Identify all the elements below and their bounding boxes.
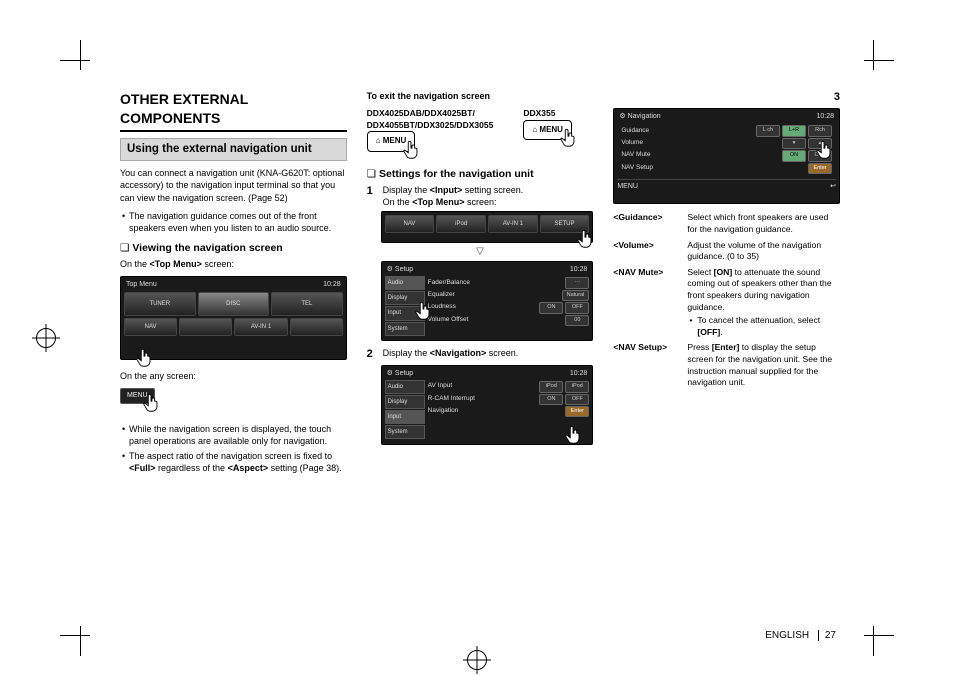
def-navsetup-desc: Press [Enter] to display the setup scree… [687, 342, 840, 388]
tile-nav: NAV [124, 318, 177, 336]
tile-ipod: iPod [436, 215, 486, 233]
page-content: OTHER EXTERNAL COMPONENTS Using the exte… [120, 90, 840, 660]
crop-mark [854, 616, 894, 656]
models-a: DDX4025DAB/DDX4025BT/ DDX4055BT/DDX3025/… [367, 108, 516, 131]
tile-tuner: TUNER [124, 292, 196, 316]
top-menu-screenshot: Top Menu 10:28 TUNER DISC TEL NAV AV-IN … [120, 276, 347, 360]
chevron-down-icon: ▽ [367, 245, 594, 259]
def-navmute-desc: Select [ON] to attenuate the sound comin… [687, 267, 840, 339]
bullet-guidance: The navigation guidance comes out of the… [120, 210, 347, 234]
exit-menu-box-b: ⌂ MENU [523, 120, 572, 141]
setup-audio-screenshot: ⚙ Setup 10:28 Audio Display Input System… [381, 261, 594, 341]
step-2-number: 2 [367, 347, 377, 362]
tab-audio: Audio [385, 276, 425, 290]
tab-system: System [385, 425, 425, 439]
def-volume-term: <Volume> [613, 240, 683, 263]
touch-hand-icon [133, 347, 155, 369]
tile-avin: AV-IN 1 [234, 318, 287, 336]
intro-text: You can connect a navigation unit (KNA-G… [120, 167, 347, 203]
tab-display: Display [385, 395, 425, 409]
tab-input: Input [385, 410, 425, 424]
menu-icon: ⌂ [376, 136, 383, 145]
crop-mark [60, 40, 100, 80]
tab-display: Display [385, 291, 425, 305]
tile-nav: NAV [385, 215, 435, 233]
step1-sub: On the <Top Menu> screen: [383, 197, 497, 207]
exit-menu-box-a: ⌂ MENU [367, 131, 416, 152]
crop-mark [60, 616, 100, 656]
column-1: OTHER EXTERNAL COMPONENTS Using the exte… [120, 90, 347, 660]
menu-icon: MENU [617, 182, 638, 191]
exit-title: To exit the navigation screen [367, 90, 594, 102]
def-volume-desc: Adjust the volume of the navigation guid… [687, 240, 840, 263]
section-title: OTHER EXTERNAL COMPONENTS [120, 90, 347, 132]
top-menu-strip: NAV iPod AV-IN 1 SETUP [381, 211, 594, 243]
clock: 10:28 [323, 280, 341, 289]
column-3: 3 ⚙ Navigation 10:28 GuidanceL chL+RRch … [613, 90, 840, 660]
definitions: <Guidance> Select which front speakers a… [613, 212, 840, 388]
heading-viewing: Viewing the navigation screen [120, 241, 347, 255]
subsection-heading: Using the external navigation unit [120, 138, 347, 162]
tile-setup: SETUP [540, 215, 590, 233]
column-2: To exit the navigation screen DDX4025DAB… [367, 90, 594, 660]
on-any-text: On the any screen: [120, 370, 347, 382]
tile-tel: TEL [271, 292, 343, 316]
tile-blank [179, 318, 232, 336]
tab-audio: Audio [385, 380, 425, 394]
navigation-setup-screenshot: ⚙ Navigation 10:28 GuidanceL chL+RRch Vo… [613, 108, 840, 204]
setup-input-screenshot: ⚙ Setup 10:28 Audio Display Input System… [381, 365, 594, 445]
def-navmute-term: <NAV Mute> [613, 267, 683, 339]
def-guidance-desc: Select which front speakers are used for… [687, 212, 840, 235]
def-navsetup-term: <NAV Setup> [613, 342, 683, 388]
page-footer: ENGLISH 27 [765, 629, 836, 643]
top-menu-label: Top Menu [126, 280, 157, 289]
tile-setup [290, 318, 343, 336]
menu-button: MENU [120, 388, 155, 403]
tab-system: System [385, 322, 425, 336]
tile-avin: AV-IN 1 [488, 215, 538, 233]
note-touch-panel: While the navigation screen is displayed… [120, 423, 347, 447]
def-guidance-term: <Guidance> [613, 212, 683, 235]
note-aspect: The aspect ratio of the navigation scree… [120, 450, 347, 474]
heading-settings: Settings for the navigation unit [367, 167, 594, 181]
step-1-number: 1 [367, 184, 377, 199]
models-b: DDX355 [523, 108, 593, 119]
tile-disc: DISC [198, 292, 270, 316]
on-top-menu-text: On the <Top Menu> screen: [120, 258, 347, 270]
registration-mark [36, 328, 56, 348]
crop-mark [854, 40, 894, 80]
step-3-number: 3 [613, 90, 840, 105]
tab-input: Input [385, 306, 425, 320]
